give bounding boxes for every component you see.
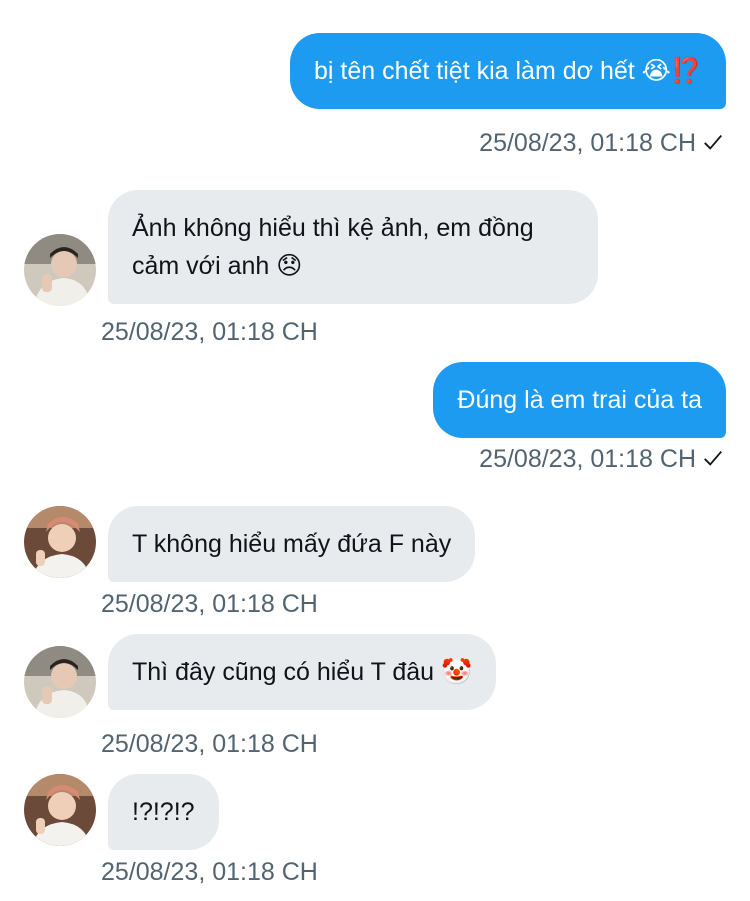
- message-timestamp: 25/08/23, 01:18 CH: [479, 128, 724, 158]
- message-bubble-outgoing[interactable]: Đúng là em trai của ta: [433, 362, 726, 438]
- message-timestamp: 25/08/23, 01:18 CH: [101, 318, 318, 346]
- message-timestamp: 25/08/23, 01:18 CH: [101, 730, 318, 758]
- message-text: !?!?!?: [132, 798, 195, 826]
- checkmark-icon: [704, 135, 722, 151]
- message-text: Thì đây cũng có hiểu T đâu 🤡: [132, 658, 473, 686]
- message-text: Đúng là em trai của ta: [457, 386, 702, 414]
- avatar[interactable]: [24, 506, 96, 578]
- message-bubble-incoming[interactable]: !?!?!?: [108, 774, 219, 850]
- message-text: bị tên chết tiệt kia làm dơ hết 😭⁉️: [313, 57, 702, 85]
- avatar[interactable]: [24, 234, 96, 306]
- message-bubble-incoming[interactable]: Ảnh không hiểu thì kệ ảnh, em đồng cảm v…: [108, 190, 598, 304]
- message-bubble-outgoing[interactable]: bị tên chết tiệt kia làm dơ hết 😭⁉️: [289, 33, 726, 109]
- message-timestamp: 25/08/23, 01:18 CH: [101, 590, 318, 618]
- avatar-image: [24, 506, 96, 578]
- message-text: T không hiểu mấy đứa F này: [132, 530, 452, 558]
- avatar-image: [24, 646, 96, 718]
- conversation-thread: bị tên chết tiệt kia làm dơ hết 😭⁉️ 25/0…: [0, 0, 750, 901]
- message-bubble-incoming[interactable]: T không hiểu mấy đứa F này: [108, 506, 476, 582]
- message-timestamp: 25/08/23, 01:18 CH: [479, 444, 724, 474]
- checkmark-icon: [704, 451, 722, 467]
- message-timestamp: 25/08/23, 01:18 CH: [101, 858, 318, 886]
- message-bubble-incoming[interactable]: Thì đây cũng có hiểu T đâu 🤡: [108, 634, 497, 710]
- avatar-image: [24, 234, 96, 306]
- message-text: Ảnh không hiểu thì kệ ảnh, em đồng cảm v…: [132, 214, 534, 280]
- avatar[interactable]: [24, 774, 96, 846]
- avatar[interactable]: [24, 646, 96, 718]
- avatar-image: [24, 774, 96, 846]
